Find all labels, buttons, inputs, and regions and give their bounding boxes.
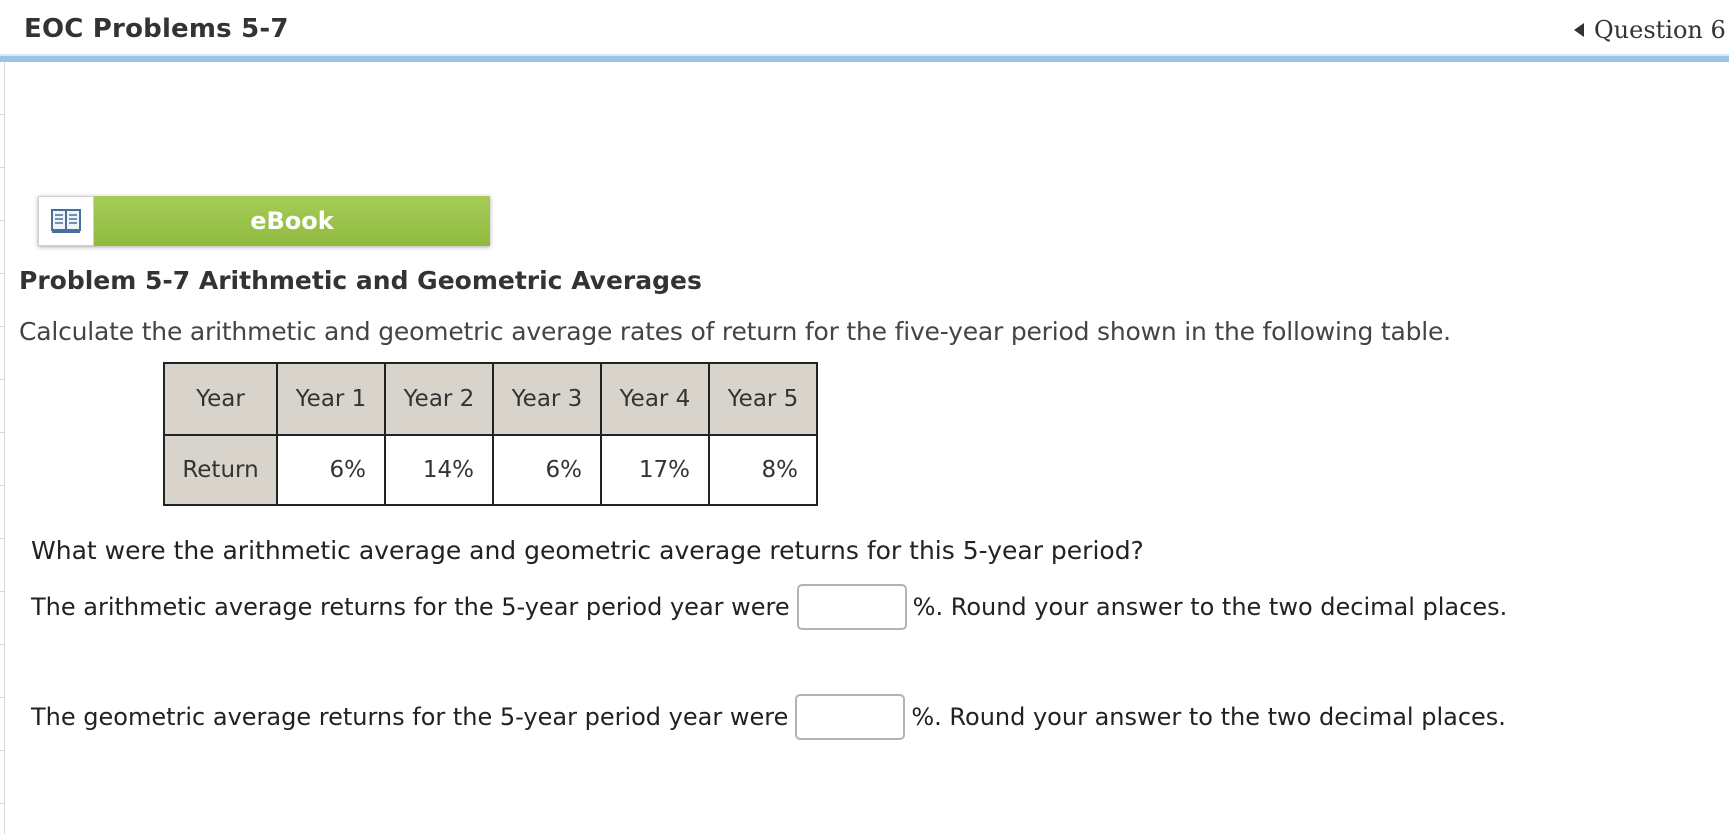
table-row-label: Return (163, 434, 278, 506)
table-cell: 17% (600, 434, 710, 506)
question-nav-label[interactable]: Question 6 o (1594, 16, 1729, 44)
table-cell: 8% (708, 434, 818, 506)
table-column-header: Year 1 (276, 362, 386, 436)
table-row: Return 6% 14% 6% 17% 8% (163, 434, 818, 506)
returns-table: Year Year 1 Year 2 Year 3 Year 4 Year 5 … (163, 362, 818, 506)
left-border (4, 62, 5, 834)
table-column-header: Year 2 (384, 362, 494, 436)
table-column-header: Year 5 (708, 362, 818, 436)
arithmetic-average-input[interactable] (796, 584, 907, 630)
geometric-answer-row: The geometric average returns for the 5-… (31, 694, 1506, 740)
arithmetic-answer-suffix: %. Round your answer to the two decimal … (912, 593, 1508, 621)
table-header-row: Year Year 1 Year 2 Year 3 Year 4 Year 5 (163, 362, 818, 436)
table-column-header: Year 3 (492, 362, 602, 436)
question-text: What were the arithmetic average and geo… (31, 536, 1144, 565)
question-nav[interactable]: Question 6 o (1574, 16, 1729, 44)
geometric-answer-label: The geometric average returns for the 5-… (31, 703, 789, 731)
geometric-answer-suffix: %. Round your answer to the two decimal … (911, 703, 1506, 731)
table-cell: 6% (276, 434, 386, 506)
table-cell: 6% (492, 434, 602, 506)
ebook-icon-box[interactable] (38, 196, 94, 246)
ebook-button[interactable]: eBook (38, 196, 490, 246)
arithmetic-answer-row: The arithmetic average returns for the 5… (31, 584, 1507, 630)
table-column-header: Year 4 (600, 362, 710, 436)
table-header-label: Year (163, 362, 278, 436)
problem-title: Problem 5-7 Arithmetic and Geometric Ave… (19, 266, 702, 295)
page-title: EOC Problems 5-7 (24, 14, 289, 44)
table-cell: 14% (384, 434, 494, 506)
caret-left-icon[interactable] (1574, 23, 1584, 37)
header-bar (0, 56, 1729, 62)
left-border-ticks (0, 62, 4, 834)
page-header: EOC Problems 5-7 Question 6 o (0, 0, 1729, 62)
problem-prompt: Calculate the arithmetic and geometric a… (19, 317, 1451, 346)
ebook-label[interactable]: eBook (94, 196, 490, 246)
arithmetic-answer-label: The arithmetic average returns for the 5… (31, 593, 790, 621)
geometric-average-input[interactable] (795, 694, 906, 740)
open-book-icon (51, 209, 81, 233)
